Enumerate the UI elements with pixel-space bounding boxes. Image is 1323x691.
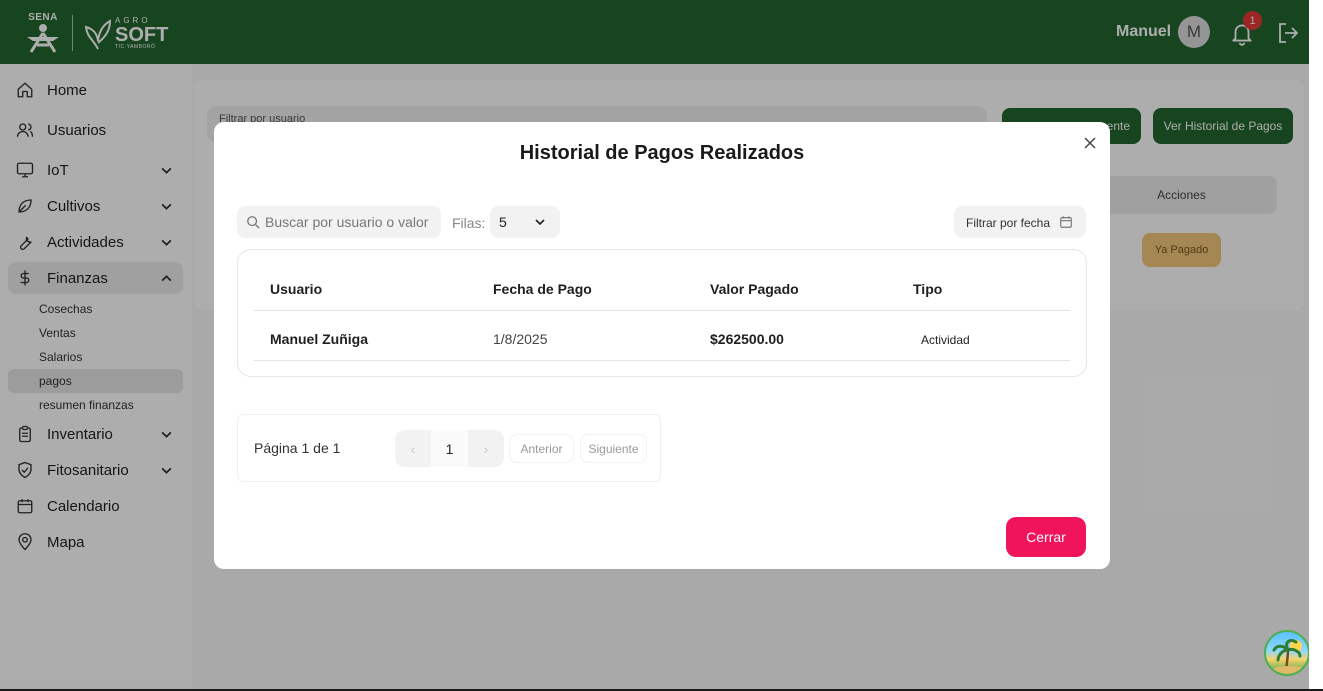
search-icon <box>247 216 260 229</box>
window-scrollbar[interactable] <box>1309 0 1323 691</box>
payment-history-modal: Historial de Pagos Realizados Filas: 5 F… <box>214 122 1110 569</box>
cell-fecha: 1/8/2025 <box>493 331 548 347</box>
next-button[interactable]: Siguiente <box>580 434 647 463</box>
previous-button[interactable]: Anterior <box>509 434 574 463</box>
pagination-bar: Página 1 de 1 ‹ 1 › Anterior Siguiente <box>237 414 661 482</box>
calendar-icon <box>1060 216 1072 228</box>
close-button[interactable]: Cerrar <box>1006 517 1086 557</box>
date-filter-button[interactable]: Filtrar por fecha <box>954 206 1086 238</box>
row-divider <box>254 360 1070 361</box>
rows-per-page-select[interactable]: 5 <box>490 206 560 238</box>
header-divider <box>254 310 1070 311</box>
rows-per-page-value: 5 <box>499 214 507 230</box>
palm-tree-icon <box>1269 638 1308 674</box>
close-icon[interactable] <box>1082 135 1098 151</box>
cell-tipo: Actividad <box>921 333 970 347</box>
column-header-usuario[interactable]: Usuario <box>270 281 322 297</box>
search-field[interactable] <box>237 206 441 238</box>
chevron-down-icon <box>535 219 545 226</box>
column-header-valor[interactable]: Valor Pagado <box>710 281 799 297</box>
search-input[interactable] <box>265 206 437 238</box>
date-filter-label: Filtrar por fecha <box>966 216 1051 230</box>
column-header-tipo[interactable]: Tipo <box>913 281 942 297</box>
cell-usuario: Manuel Zuñiga <box>270 331 368 347</box>
rows-per-page-label: Filas: <box>452 215 486 231</box>
next-page-arrow[interactable]: › <box>468 430 504 467</box>
cell-valor: $262500.00 <box>710 331 784 347</box>
assistant-island-button[interactable] <box>1264 630 1309 676</box>
column-header-fecha[interactable]: Fecha de Pago <box>493 281 592 297</box>
app-window: SENA AGRO SOFT TIC·YAMBORÓ Manuel M 1 Ho… <box>0 0 1309 689</box>
modal-title: Historial de Pagos Realizados <box>519 142 805 164</box>
page-selector: ‹ 1 › <box>395 430 504 467</box>
payments-table: Usuario Fecha de Pago Valor Pagado Tipo … <box>237 249 1087 377</box>
current-page-button[interactable]: 1 <box>431 430 468 467</box>
prev-page-arrow[interactable]: ‹ <box>395 430 431 467</box>
page-info: Página 1 de 1 <box>254 440 341 456</box>
